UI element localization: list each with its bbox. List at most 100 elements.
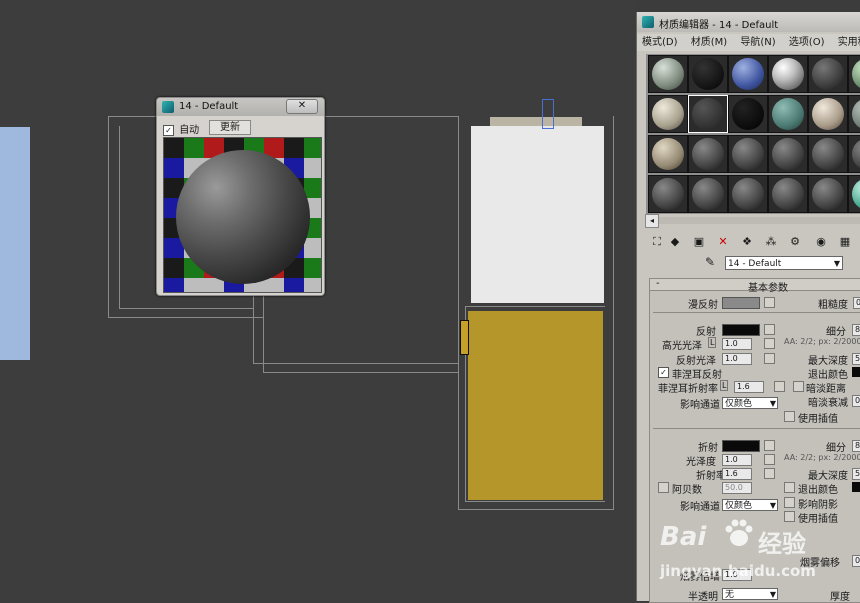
slot-scrollbar[interactable] bbox=[659, 217, 860, 224]
refl-gloss-spinner[interactable]: 1.0 bbox=[722, 353, 752, 365]
menu-material[interactable]: 材质(M) bbox=[686, 34, 732, 51]
refl-gloss-map-button[interactable] bbox=[764, 353, 775, 364]
material-slot[interactable] bbox=[728, 135, 768, 173]
scroll-left-arrow[interactable]: ◂ bbox=[645, 214, 659, 228]
use-interp-checkbox[interactable] bbox=[784, 411, 795, 422]
refract-color[interactable] bbox=[722, 440, 760, 452]
material-slot[interactable] bbox=[728, 175, 768, 213]
preview-swatch bbox=[163, 137, 322, 293]
affect-channel-dropdown[interactable]: 仅颜色 ▼ bbox=[722, 397, 778, 409]
max-depth-spinner[interactable]: 5 bbox=[852, 353, 860, 365]
gloss-map-button[interactable] bbox=[764, 454, 775, 465]
material-slot[interactable] bbox=[848, 135, 860, 173]
material-preview-window[interactable]: 14 - Default ✕ ✓ 自动 更新 bbox=[156, 97, 325, 296]
light-gizmo[interactable] bbox=[542, 99, 554, 129]
auto-check-mark[interactable]: ✓ bbox=[163, 125, 174, 136]
abbe-spinner[interactable]: 50.0 bbox=[722, 482, 752, 494]
material-slot[interactable] bbox=[848, 55, 860, 93]
material-slot[interactable] bbox=[648, 135, 688, 173]
reflect-map-button[interactable] bbox=[764, 324, 775, 335]
viewport[interactable] bbox=[0, 0, 636, 601]
hilight-map-button[interactable] bbox=[764, 338, 775, 349]
material-slot[interactable] bbox=[728, 95, 768, 133]
material-slot[interactable] bbox=[648, 55, 688, 93]
editor-titlebar[interactable]: 材质编辑器 - 14 - Default bbox=[637, 12, 860, 32]
collapse-icon[interactable]: - bbox=[656, 278, 660, 289]
material-slot[interactable] bbox=[768, 55, 808, 93]
material-slot[interactable] bbox=[848, 175, 860, 213]
fresnel-ior-spinner[interactable]: 1.6 bbox=[734, 381, 764, 393]
refl-gloss-label: 反射光泽 bbox=[676, 356, 716, 367]
dim-dist-checkbox[interactable] bbox=[793, 381, 804, 392]
material-id-icon[interactable]: ◉ bbox=[813, 234, 829, 250]
diffuse-map-button[interactable] bbox=[764, 297, 775, 308]
material-slot[interactable] bbox=[768, 95, 808, 133]
material-slot[interactable] bbox=[768, 175, 808, 213]
ior-map-button[interactable] bbox=[764, 468, 775, 479]
material-slot[interactable] bbox=[648, 95, 688, 133]
material-slot[interactable] bbox=[768, 135, 808, 173]
material-slot[interactable] bbox=[688, 175, 728, 213]
affect-shadow-checkbox[interactable] bbox=[784, 497, 795, 508]
material-slot[interactable] bbox=[648, 175, 688, 213]
assign-material-icon[interactable]: ▣ bbox=[691, 234, 707, 250]
put-library-icon[interactable]: ⚙ bbox=[787, 234, 803, 250]
reflect-color[interactable] bbox=[722, 324, 760, 336]
slot-sphere bbox=[812, 178, 844, 210]
get-material-icon[interactable]: ⛶ bbox=[649, 234, 665, 250]
material-slot[interactable] bbox=[688, 95, 728, 133]
ior-spinner[interactable]: 1.6 bbox=[722, 468, 752, 480]
eyedropper-icon[interactable]: ✎ bbox=[705, 255, 715, 269]
material-slot[interactable] bbox=[808, 95, 848, 133]
abbe-checkbox[interactable] bbox=[658, 482, 669, 493]
show-map-icon[interactable]: ▦ bbox=[837, 234, 853, 250]
outline-line bbox=[263, 372, 458, 373]
menu-navigation[interactable]: 导航(N) bbox=[735, 34, 780, 51]
subdiv-spinner[interactable]: 8 bbox=[852, 324, 860, 336]
material-slot[interactable] bbox=[808, 135, 848, 173]
refract-subdiv-spinner[interactable]: 8 bbox=[852, 440, 860, 452]
refract-subdiv-label: 细分 bbox=[826, 443, 846, 454]
slot-sphere bbox=[812, 98, 844, 130]
fresnel-checkbox[interactable]: ✓ bbox=[658, 367, 669, 378]
fresnel-ior-map-button[interactable] bbox=[774, 381, 785, 392]
copy-material-icon[interactable]: ❖ bbox=[739, 234, 755, 250]
material-slot[interactable] bbox=[808, 175, 848, 213]
diffuse-color[interactable] bbox=[722, 297, 760, 309]
lock-button[interactable]: L bbox=[708, 337, 717, 348]
hilight-gloss-spinner[interactable]: 1.0 bbox=[722, 338, 752, 350]
fog-bias-spinner[interactable]: 0. bbox=[852, 555, 860, 567]
material-slot[interactable] bbox=[728, 55, 768, 93]
translucent-dropdown[interactable]: 无 ▼ bbox=[722, 588, 778, 600]
roughness-spinner[interactable]: 0. bbox=[853, 297, 860, 309]
close-button[interactable]: ✕ bbox=[286, 99, 318, 114]
material-slot[interactable] bbox=[688, 55, 728, 93]
material-slot[interactable] bbox=[848, 95, 860, 133]
chevron-down-icon[interactable]: ▼ bbox=[834, 257, 840, 271]
put-to-scene-icon[interactable]: ◆ bbox=[667, 234, 683, 250]
exit-color-swatch[interactable] bbox=[852, 367, 860, 377]
refract-max-depth-spinner[interactable]: 5 bbox=[852, 468, 860, 480]
rollout-header[interactable]: - 基本参数 bbox=[650, 278, 860, 294]
refract-interp-checkbox[interactable] bbox=[784, 511, 795, 522]
fresnel-lock-button[interactable]: L bbox=[720, 380, 729, 391]
refract-exit-checkbox[interactable] bbox=[784, 482, 795, 493]
preview-titlebar[interactable]: 14 - Default ✕ bbox=[157, 98, 324, 116]
make-unique-icon[interactable]: ⁂ bbox=[763, 234, 779, 250]
dim-falloff-spinner[interactable]: 0 bbox=[852, 395, 860, 407]
update-button[interactable]: 更新 bbox=[209, 120, 251, 135]
menu-options[interactable]: 选项(O) bbox=[784, 34, 830, 51]
material-slot[interactable] bbox=[808, 55, 848, 93]
refract-map-button[interactable] bbox=[764, 440, 775, 451]
menu-utilities[interactable]: 实用程序(U) bbox=[833, 34, 860, 51]
material-name-field[interactable]: 14 - Default ▼ bbox=[725, 256, 843, 270]
outline-line bbox=[119, 308, 253, 309]
gloss-spinner[interactable]: 1.0 bbox=[722, 454, 752, 466]
material-slot[interactable] bbox=[688, 135, 728, 173]
reset-icon[interactable]: ✕ bbox=[715, 234, 731, 250]
material-editor-window[interactable]: 材质编辑器 - 14 - Default 模式(D) 材质(M) 导航(N) 选… bbox=[636, 12, 860, 603]
refract-affect-dropdown[interactable]: 仅颜色 ▼ bbox=[722, 499, 778, 511]
menu-mode[interactable]: 模式(D) bbox=[637, 34, 683, 51]
refract-exit-swatch[interactable] bbox=[852, 482, 860, 492]
auto-checkbox[interactable]: ✓ 自动 bbox=[163, 121, 199, 136]
